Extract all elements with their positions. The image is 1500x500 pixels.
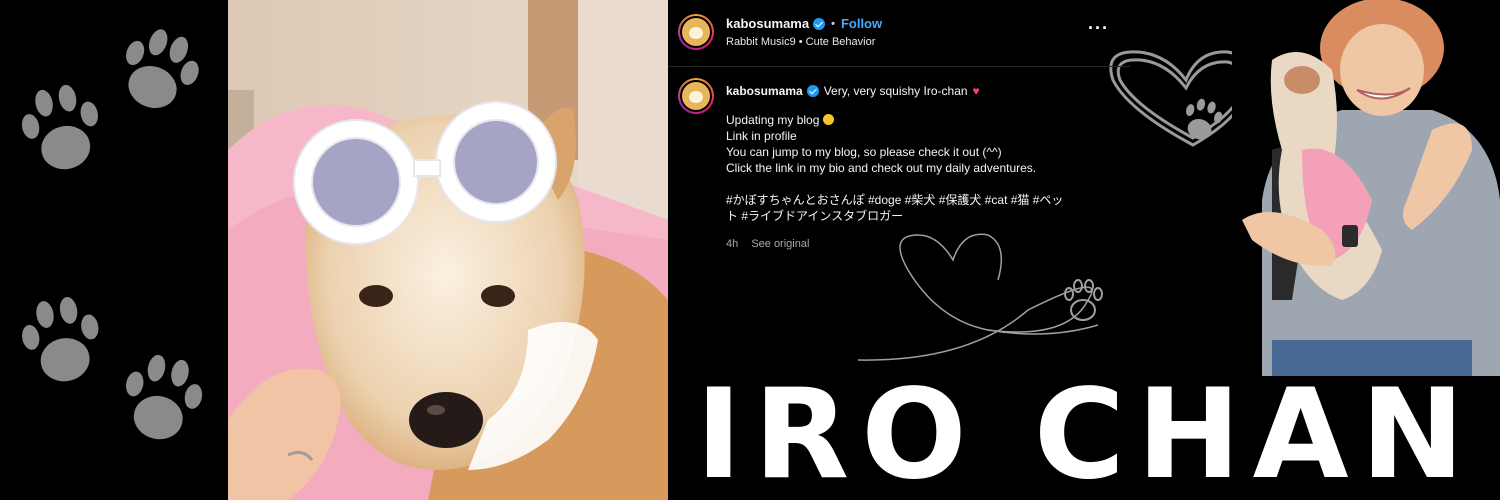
- post-header: kabosumama • Follow Rabbit Music9 • Cute…: [678, 14, 882, 50]
- profile-avatar[interactable]: [678, 14, 714, 50]
- caption-line: Updating my blog: [726, 112, 1116, 128]
- paw-print-icon: [18, 81, 101, 173]
- banner-title: IRO CHAN: [695, 363, 1477, 500]
- follow-button[interactable]: Follow: [841, 16, 882, 31]
- caption-avatar[interactable]: [678, 78, 714, 114]
- dog-photo: [228, 0, 668, 500]
- woman-with-dog-photo: [1232, 0, 1500, 376]
- paw-print-icon: [123, 26, 202, 112]
- paw-print-icon: [123, 351, 206, 443]
- see-original-link[interactable]: See original: [751, 238, 809, 250]
- verified-badge-icon: [813, 17, 826, 30]
- paw-print-icon: [1064, 279, 1103, 321]
- caption-title: Very, very squishy Iro-chan: [823, 84, 968, 98]
- post-time: 4h: [726, 238, 739, 250]
- separator: •: [831, 17, 835, 30]
- caption-line: Link in profile: [726, 129, 797, 143]
- hashtag-line[interactable]: ト #ライブドアインスタブロガー: [726, 208, 1116, 224]
- paw-print-icon: [19, 293, 102, 385]
- smile-emoji-icon: [823, 114, 835, 125]
- verified-badge-icon: [806, 85, 819, 97]
- audio-subtitle[interactable]: Rabbit Music9 • Cute Behavior: [726, 36, 882, 48]
- heart-doodle-icon: [1109, 50, 1248, 147]
- hashtag-line[interactable]: #かぼすちゃんとおさんぽ #doge #柴犬 #保護犬 #cat #猫 #ペッ: [726, 192, 1116, 208]
- caption-username[interactable]: kabosumama: [726, 83, 803, 99]
- post-caption: kabosumama Very, very squishy Iro-chan ♥…: [678, 78, 1116, 252]
- paw-decoration-strip: [0, 0, 228, 500]
- caption-line: Click the link in my bio and check out m…: [726, 161, 1037, 175]
- username[interactable]: kabosumama: [726, 16, 809, 31]
- heart-emoji-icon: ♥: [972, 84, 980, 98]
- heart-doodle-icon: [857, 233, 1099, 361]
- more-options-icon[interactable]: ···: [1088, 18, 1109, 39]
- paw-print-icon: [1186, 98, 1223, 140]
- caption-line: You can jump to my blog, so please check…: [726, 145, 1002, 159]
- divider: [668, 66, 1130, 67]
